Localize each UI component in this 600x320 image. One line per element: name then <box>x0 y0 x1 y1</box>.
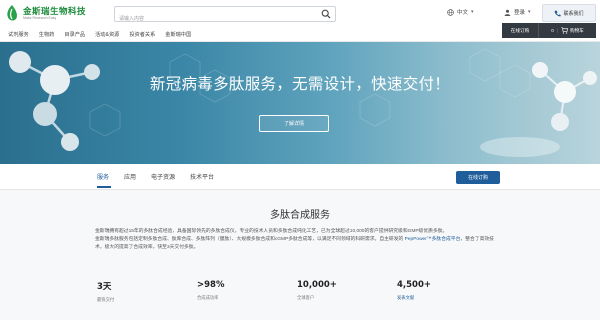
subnav-tab[interactable]: 服务 <box>97 172 109 181</box>
molecule-background-image <box>9 48 597 157</box>
login-label: 登录 <box>514 10 526 16</box>
stat-value: 10,000+ <box>297 280 337 290</box>
nav-item[interactable]: 金斯瑞中国 <box>165 31 191 38</box>
login-menu[interactable]: 登录 ▾ <box>504 8 531 16</box>
description-text: 金斯瑞多肽服务包括定制多肽合成、肽库合成、多肽阵列（膜肽）、大规模多肽合成和cG… <box>95 236 405 242</box>
stat-value: 4,500+ <box>397 280 432 290</box>
company-logo[interactable]: 金斯瑞生物科技 Make Research Easy <box>5 4 86 22</box>
search-input[interactable] <box>115 12 305 26</box>
chevron-down-icon: ▾ <box>528 9 531 15</box>
subnav-tabs: 服务 应用 电子资源 技术平台 <box>97 172 229 181</box>
chevron-down-icon: ▾ <box>471 9 474 15</box>
contact-label: 联系我们 <box>563 10 584 17</box>
stats-row: 3天 最快交付 >98% 合成成功率 10,000+ 全球客户 4,500+ 发表文献 <box>97 280 497 320</box>
subnav-tab[interactable]: 技术平台 <box>190 172 214 181</box>
logo-leaf-icon <box>7 5 17 21</box>
nav-item[interactable]: 投资者关系 <box>129 31 155 38</box>
user-icon <box>504 9 511 16</box>
nav-item[interactable]: 生物药 <box>39 31 55 38</box>
peptide-synthesis-section: 多肽合成服务 金斯瑞拥有超过15年的多肽合成经验，具备国际领先的多肽合成仪，专业… <box>0 190 600 320</box>
stat-item: 3天最快交付 <box>97 280 197 320</box>
learn-more-button[interactable]: 了解详情 <box>259 115 329 132</box>
stat-item: 4,500+ 发表文献 <box>397 280 497 320</box>
stat-label: 全球客户 <box>297 295 315 300</box>
description-paragraph-1: 金斯瑞拥有超过15年的多肽合成经验，具备国际领先的多肽合成仪，专业的技术人员和多… <box>95 229 448 234</box>
section-title: 多肽合成服务 <box>270 210 330 221</box>
order-online-cta-button[interactable]: 在线订购 <box>456 171 500 184</box>
hero-banner: 新冠病毒多肽服务，无需设计，快速交付！ 了解详情 <box>0 42 600 164</box>
contact-us-button[interactable]: 联系我们 <box>542 4 596 22</box>
nav-item[interactable]: 目录产品 <box>64 31 85 38</box>
cart-button[interactable]: 0 | 购物车 <box>538 23 596 38</box>
nav-item[interactable]: 活动&资源 <box>95 31 119 38</box>
stat-value: >98% <box>197 280 225 290</box>
subnav-tab[interactable]: 电子资源 <box>151 172 175 181</box>
nav-menu: 试剂服务 生物药 目录产品 活动&资源 投资者关系 金斯瑞中国 <box>8 31 201 38</box>
globe-icon <box>447 8 454 16</box>
language-label: 中文 <box>457 10 469 16</box>
logo-title: 金斯瑞生物科技 <box>23 5 87 16</box>
cart-count: 0 <box>551 28 554 33</box>
stat-label[interactable]: 发表文献 <box>397 295 497 301</box>
nav-item[interactable]: 试剂服务 <box>8 31 29 38</box>
phone-icon <box>555 10 562 16</box>
stat-item: >98% 合成成功率 <box>197 280 297 320</box>
cart-icon <box>561 27 568 34</box>
active-tab-indicator <box>97 186 111 188</box>
stat-value: 3天 <box>97 282 112 292</box>
hero-title: 新冠病毒多肽服务，无需设计，快速交付！ <box>149 75 451 93</box>
nav-actions: 在线订购 0 | 购物车 <box>502 23 596 38</box>
search-box <box>114 6 336 26</box>
stat-item: 10,000+ 全球客户 <box>297 280 397 320</box>
logo-subtitle: Make Research Easy <box>23 15 57 20</box>
service-subnav: 服务 应用 电子资源 技术平台 在线订购 <box>0 164 600 190</box>
stat-label: 合成成功率 <box>197 295 219 300</box>
stat-label: 最快交付 <box>97 297 115 302</box>
cart-label: 购物车 <box>569 27 584 33</box>
peppower-platform-link[interactable]: PepPower™多肽合成平台 <box>405 237 461 242</box>
section-description: 金斯瑞拥有超过15年的多肽合成经验，具备国际领先的多肽合成仪，专业的技术人员和多… <box>95 228 500 251</box>
search-icon[interactable] <box>321 9 331 19</box>
order-online-button[interactable]: 在线订购 <box>502 23 538 38</box>
subnav-tab[interactable]: 应用 <box>124 172 136 181</box>
description-paragraph-2: 金斯瑞多肽服务包括定制多肽合成、肽库合成、多肽阵列（膜肽）、大规模多肽合成和cG… <box>95 236 500 252</box>
language-selector[interactable]: 中文 ▾ <box>447 8 474 16</box>
